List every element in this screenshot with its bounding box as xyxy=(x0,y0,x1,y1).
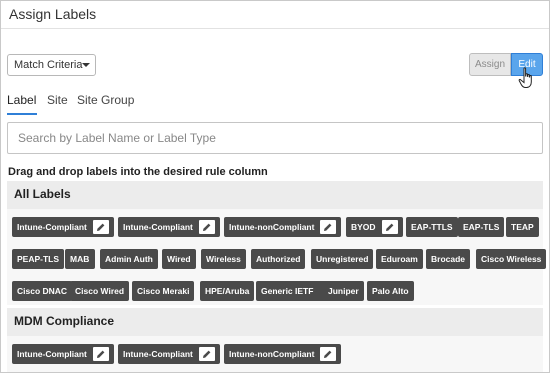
title-divider xyxy=(1,28,549,29)
section-header-all-labels: All Labels xyxy=(7,181,543,209)
drag-drop-instruction: Drag and drop labels into the desired ru… xyxy=(8,166,268,178)
label-chip-text: MAB xyxy=(70,254,90,264)
label-chip-text: Authorized xyxy=(256,254,301,264)
label-chip[interactable]: BYOD xyxy=(346,217,403,237)
mdm-compliance-chip-area: Intune-Compliant Intune-Compliant Intune-n… xyxy=(7,336,543,372)
label-chip[interactable]: Cisco Wired xyxy=(70,281,130,301)
label-chip[interactable]: Intune-nonCompliant xyxy=(224,344,342,364)
match-criteria-label: Match Criteria xyxy=(14,59,83,71)
label-chip[interactable]: EAP-TLS xyxy=(458,217,505,237)
tab-site[interactable]: Site xyxy=(47,93,68,107)
label-chip[interactable]: TEAP xyxy=(506,217,539,237)
label-chip-text: Brocade xyxy=(431,254,466,264)
label-chip-text: Intune-nonCompliant xyxy=(229,349,315,359)
label-chip[interactable]: Palo Alto xyxy=(367,281,414,301)
label-chip-text: Generic IETF xyxy=(261,286,314,296)
label-chip[interactable]: Admin Auth xyxy=(100,249,158,269)
label-chip-text: Unregistered xyxy=(316,254,369,264)
label-chip[interactable]: Cisco Meraki xyxy=(132,281,195,301)
label-chip[interactable]: Juniper xyxy=(323,281,364,301)
label-chip-text: Wired xyxy=(167,254,191,264)
active-tab-indicator xyxy=(7,113,37,115)
label-chip[interactable]: EAP-TTLS xyxy=(406,217,458,237)
label-chip-text: Admin Auth xyxy=(105,254,153,264)
pencil-icon[interactable] xyxy=(320,347,337,361)
label-chip-text: Intune-Compliant xyxy=(123,349,193,359)
panel-title: Assign Labels xyxy=(9,6,97,22)
label-chip-text: EAP-TTLS xyxy=(411,222,453,232)
label-chip[interactable]: Unregistered xyxy=(311,249,374,269)
label-chip-text: Wireless xyxy=(206,254,241,264)
label-chip-text: Intune-Compliant xyxy=(17,349,87,359)
label-chip-text: Cisco Meraki xyxy=(137,286,190,296)
label-chip[interactable]: Intune-Compliant xyxy=(118,217,220,237)
caret-down-icon xyxy=(82,63,90,67)
pencil-icon[interactable] xyxy=(381,220,398,234)
pencil-icon[interactable] xyxy=(198,220,215,234)
label-search-input[interactable] xyxy=(7,122,543,154)
tab-site-group[interactable]: Site Group xyxy=(77,93,134,107)
label-chip-text: BYOD xyxy=(351,222,376,232)
label-chip[interactable]: Cisco Wireless xyxy=(476,249,547,269)
label-chip[interactable]: Intune-Compliant xyxy=(118,344,220,364)
section-header-mdm-compliance: MDM Compliance xyxy=(7,308,543,336)
label-chip-text: Intune-Compliant xyxy=(123,222,193,232)
pencil-icon[interactable] xyxy=(92,220,109,234)
label-chip[interactable]: Wired xyxy=(162,249,196,269)
label-chip[interactable]: Generic IETF xyxy=(256,281,328,301)
label-chip-text: Cisco DNAC xyxy=(17,286,68,296)
label-chip[interactable]: Intune-Compliant xyxy=(12,344,114,364)
assign-button[interactable]: Assign xyxy=(469,53,511,76)
all-labels-chip-area: Intune-Compliant Intune-Compliant Intune-n… xyxy=(7,209,547,305)
assign-labels-panel: Assign Labels Match Criteria Assign Edit… xyxy=(0,0,550,373)
match-criteria-dropdown[interactable]: Match Criteria xyxy=(7,54,96,76)
label-chip-text: PEAP-TLS xyxy=(17,254,60,264)
label-chip[interactable]: Authorized xyxy=(251,249,306,269)
label-chip-text: HPE/Aruba xyxy=(205,286,250,296)
label-chip[interactable]: PEAP-TLS xyxy=(12,249,65,269)
label-chip-text: TEAP xyxy=(511,222,534,232)
label-chip-text: Intune-nonCompliant xyxy=(229,222,315,232)
pencil-icon[interactable] xyxy=(92,347,109,361)
label-chip-text: Juniper xyxy=(328,286,359,296)
label-chip[interactable]: Intune-Compliant xyxy=(12,217,114,237)
pencil-icon[interactable] xyxy=(320,220,337,234)
label-chip[interactable]: HPE/Aruba xyxy=(200,281,255,301)
hand-pointer-icon xyxy=(518,67,532,88)
label-chip[interactable]: Wireless xyxy=(201,249,246,269)
label-chip-text: Intune-Compliant xyxy=(17,222,87,232)
label-chip-text: Cisco Wireless xyxy=(481,254,542,264)
label-chip[interactable]: Eduroam xyxy=(376,249,423,269)
label-chip[interactable]: Brocade xyxy=(426,249,471,269)
label-chip-text: EAP-TLS xyxy=(463,222,500,232)
label-chip[interactable]: MAB xyxy=(65,249,95,269)
pencil-icon[interactable] xyxy=(198,347,215,361)
label-chip-text: Eduroam xyxy=(381,254,418,264)
label-chip-text: Palo Alto xyxy=(372,286,409,296)
label-chip[interactable]: Cisco DNAC xyxy=(12,281,73,301)
tab-label[interactable]: Label xyxy=(7,93,36,107)
label-chip[interactable]: Intune-nonCompliant xyxy=(224,217,342,237)
label-chip-text: Cisco Wired xyxy=(75,286,125,296)
